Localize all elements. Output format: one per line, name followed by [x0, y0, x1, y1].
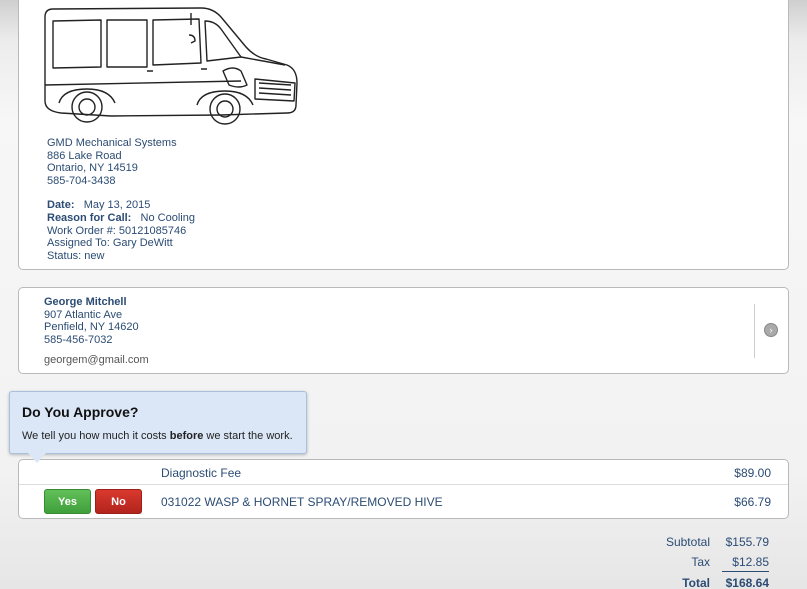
reason-value: No Cooling [140, 211, 195, 224]
reason-line: Reason for Call: No Cooling [47, 212, 195, 225]
company-info: GMD Mechanical Systems 886 Lake Road Ont… [47, 137, 195, 262]
approve-no-button[interactable]: No [95, 489, 142, 514]
customer-city: Penfield, NY 14620 [44, 321, 139, 334]
total-divider [722, 571, 769, 572]
customer-divider [754, 304, 755, 358]
date-value: May 13, 2015 [83, 199, 151, 212]
assigned-to: Assigned To: Gary DeWitt [47, 237, 173, 250]
item-description: Diagnostic Fee [161, 466, 242, 480]
customer-card[interactable]: George Mitchell 907 Atlantic Ave Penfiel… [18, 287, 789, 374]
item-price: $89.00 [734, 466, 771, 480]
company-card: GMD Mechanical Systems 886 Lake Road Ont… [18, 0, 789, 270]
subtotal-label: Subtotal [665, 535, 710, 549]
van-illustration [44, 7, 298, 125]
customer-email: georgem@gmail.com [44, 354, 149, 367]
company-name: GMD Mechanical Systems [47, 137, 177, 149]
total-value: $168.64 [725, 576, 769, 589]
tooltip-body: We tell you how much it costs before we … [22, 430, 293, 442]
company-phone: 585-704-3438 [47, 174, 116, 187]
tooltip-title: Do You Approve? [22, 404, 139, 420]
customer-street: 907 Atlantic Ave [44, 308, 123, 321]
tooltip-body-bold: before [169, 430, 204, 442]
line-items-card: Diagnostic Fee $89.00 Yes No 031022 WASP… [18, 459, 789, 519]
table-row: Yes No 031022 WASP & HORNET SPRAY/REMOVE… [19, 485, 788, 519]
tooltip-body-post: we start the work. [203, 430, 293, 442]
total-label: Total [682, 576, 710, 589]
tooltip-pointer [28, 453, 46, 463]
approval-tooltip: Do You Approve? We tell you how much it … [9, 391, 307, 463]
date-label: Date: [47, 199, 75, 212]
item-price: $66.79 [734, 495, 771, 509]
customer-info: George Mitchell 907 Atlantic Ave Penfiel… [44, 296, 149, 367]
reason-label: Reason for Call: [47, 211, 132, 224]
chevron-right-icon[interactable]: › [764, 323, 778, 337]
tax-label: Tax [691, 555, 710, 569]
tooltip-body-pre: We tell you how much it costs [22, 430, 170, 442]
company-city: Ontario, NY 14519 [47, 162, 138, 175]
tax-value: $12.85 [732, 555, 769, 569]
status: Status: new [47, 249, 105, 262]
approve-yes-button[interactable]: Yes [44, 489, 91, 514]
customer-name: George Mitchell [44, 296, 127, 308]
customer-phone: 585-456-7032 [44, 333, 113, 346]
work-order: Work Order #: 50121085746 [47, 224, 187, 237]
table-row: Diagnostic Fee $89.00 [19, 460, 788, 485]
date-line: Date: May 13, 2015 [47, 199, 195, 212]
company-street: 886 Lake Road [47, 149, 122, 162]
subtotal-value: $155.79 [725, 535, 769, 549]
item-description: 031022 WASP & HORNET SPRAY/REMOVED HIVE [161, 495, 443, 509]
